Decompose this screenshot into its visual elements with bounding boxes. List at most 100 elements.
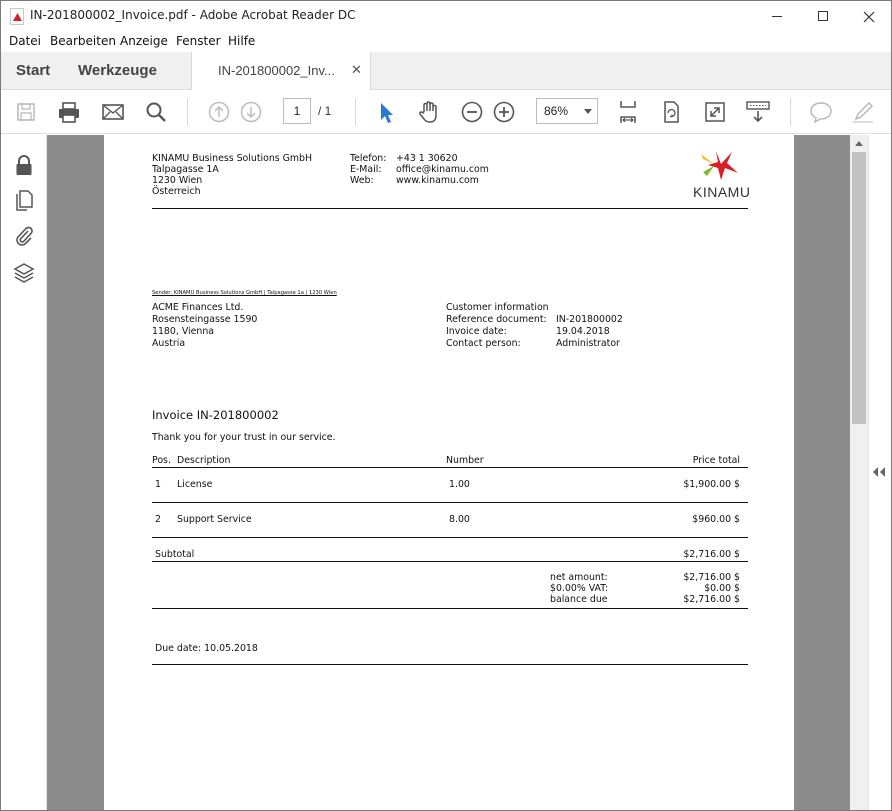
tab-werkzeuge[interactable]: Werkzeuge <box>78 62 157 79</box>
row-1-number: 1.00 <box>449 479 470 490</box>
pdf-app-icon <box>10 8 24 25</box>
tab-document[interactable]: IN-201800002_Inv... ✕ <box>191 52 371 91</box>
hand-tool-button[interactable] <box>416 99 442 125</box>
web-value: www.kinamu.com <box>396 175 479 186</box>
email-button[interactable] <box>100 99 126 125</box>
attachments-button[interactable] <box>12 224 36 248</box>
page-total: / 1 <box>318 104 332 118</box>
zoom-select[interactable]: 86% <box>536 98 598 124</box>
right-pane-toggle[interactable] <box>868 135 891 810</box>
tab-document-label: IN-201800002_Inv... <box>218 63 335 78</box>
comment-icon <box>810 102 832 124</box>
zoom-value: 86% <box>544 104 569 118</box>
net-amount-label: net amount: <box>550 572 608 583</box>
menu-datei[interactable]: Datei <box>9 34 41 48</box>
thank-you-text: Thank you for your trust in our service. <box>152 432 336 443</box>
due-date: Due date: 10.05.2018 <box>155 643 258 654</box>
col-pos-header: Pos. <box>152 455 171 466</box>
reference-value: IN-201800002 <box>556 314 623 325</box>
layers-button[interactable] <box>12 261 36 285</box>
print-button[interactable] <box>56 99 82 125</box>
zoom-in-icon <box>493 101 515 123</box>
company-city: 1230 Wien <box>152 175 203 186</box>
document-view[interactable]: KINAMU Business Solutions GmbH Talpagass… <box>47 135 850 810</box>
vat-value: $0.00 $ <box>704 583 740 594</box>
page-thumbnails-button[interactable] <box>12 189 36 213</box>
row-1-price: $1,900.00 $ <box>683 479 740 490</box>
col-price-header: Price total <box>692 455 740 466</box>
menu-bearbeiten[interactable]: Bearbeiten <box>50 34 116 48</box>
close-window-button[interactable] <box>846 1 891 32</box>
arrow-up-circle-icon <box>208 101 230 123</box>
kinamu-logo-mark <box>701 151 738 180</box>
maximize-icon <box>818 11 828 21</box>
previous-page-button[interactable] <box>206 99 232 125</box>
row-2-description: Support Service <box>177 514 252 525</box>
envelope-icon <box>102 104 124 120</box>
vertical-scrollbar[interactable] <box>850 135 868 810</box>
row-2-price: $960.00 $ <box>692 514 740 525</box>
menu-fenster[interactable]: Fenster <box>176 34 221 48</box>
toolbar-separator <box>187 98 188 126</box>
reference-label: Reference document: <box>446 314 547 325</box>
comment-button[interactable] <box>808 99 834 125</box>
toolbar <box>1 90 891 134</box>
arrow-down-circle-icon <box>240 101 262 123</box>
minimize-icon <box>772 16 782 17</box>
web-label: Web: <box>350 175 374 186</box>
paperclip-icon <box>16 226 33 246</box>
zoom-out-icon <box>461 101 483 123</box>
phone-value: +43 1 30620 <box>396 153 458 164</box>
header-divider <box>152 208 748 209</box>
save-button[interactable] <box>13 99 39 125</box>
lock-icon <box>16 155 32 175</box>
page-number-input[interactable]: 1 <box>283 98 311 124</box>
security-button[interactable] <box>12 153 36 177</box>
tab-close-icon[interactable]: ✕ <box>351 62 362 78</box>
customer-info-heading: Customer information <box>446 302 549 313</box>
maximize-button[interactable] <box>800 1 846 32</box>
select-tool-button[interactable] <box>374 99 400 125</box>
invoice-title: Invoice IN-201800002 <box>152 408 279 422</box>
zoom-out-button[interactable] <box>459 99 485 125</box>
chevron-down-icon <box>584 109 592 114</box>
recipient-city: 1180, Vienna <box>152 326 215 337</box>
next-page-button[interactable] <box>238 99 264 125</box>
row-2-pos: 2 <box>155 514 161 525</box>
search-button[interactable] <box>143 99 169 125</box>
contact-person-value: Administrator <box>556 338 620 349</box>
printer-icon <box>59 102 79 123</box>
fit-width-button[interactable] <box>615 99 641 125</box>
company-name: KINAMU Business Solutions GmbH <box>152 153 313 164</box>
tab-start[interactable]: Start <box>16 62 50 79</box>
save-icon <box>17 103 35 121</box>
highlight-button[interactable] <box>850 99 876 125</box>
hand-icon <box>419 101 437 123</box>
sender-line: Sender: KINAMU Business Solutions GmbH |… <box>152 290 337 296</box>
scroll-up-icon[interactable] <box>855 141 863 146</box>
menu-anzeige[interactable]: Anzeige <box>120 34 168 48</box>
fit-width-icon <box>620 101 636 123</box>
company-country: Österreich <box>152 186 201 197</box>
recipient-street: Rosensteingasse 1590 <box>152 314 258 325</box>
row-1-description: License <box>177 479 213 490</box>
pen-icon <box>853 101 874 123</box>
logo-text: KINAMU <box>693 184 751 200</box>
col-number-header: Number <box>446 455 484 466</box>
scroll-mode-button[interactable] <box>745 99 771 125</box>
pdf-page: KINAMU Business Solutions GmbH Talpagass… <box>104 135 794 810</box>
full-screen-button[interactable] <box>702 99 728 125</box>
minimize-button[interactable] <box>754 1 800 32</box>
cursor-arrow-icon <box>381 103 393 123</box>
company-street: Talpagasse 1A <box>152 164 219 175</box>
email-label: E-Mail: <box>350 164 382 175</box>
col-description-header: Description <box>177 455 231 466</box>
contact-person-label: Contact person: <box>446 338 521 349</box>
collapse-left-icon <box>880 467 885 477</box>
menu-hilfe[interactable]: Hilfe <box>228 34 255 48</box>
rotate-button[interactable] <box>658 99 684 125</box>
toolbar-separator <box>355 98 356 126</box>
scrollbar-thumb[interactable] <box>852 152 866 424</box>
zoom-in-button[interactable] <box>491 99 517 125</box>
recipient-name: ACME Finances Ltd. <box>152 302 244 313</box>
